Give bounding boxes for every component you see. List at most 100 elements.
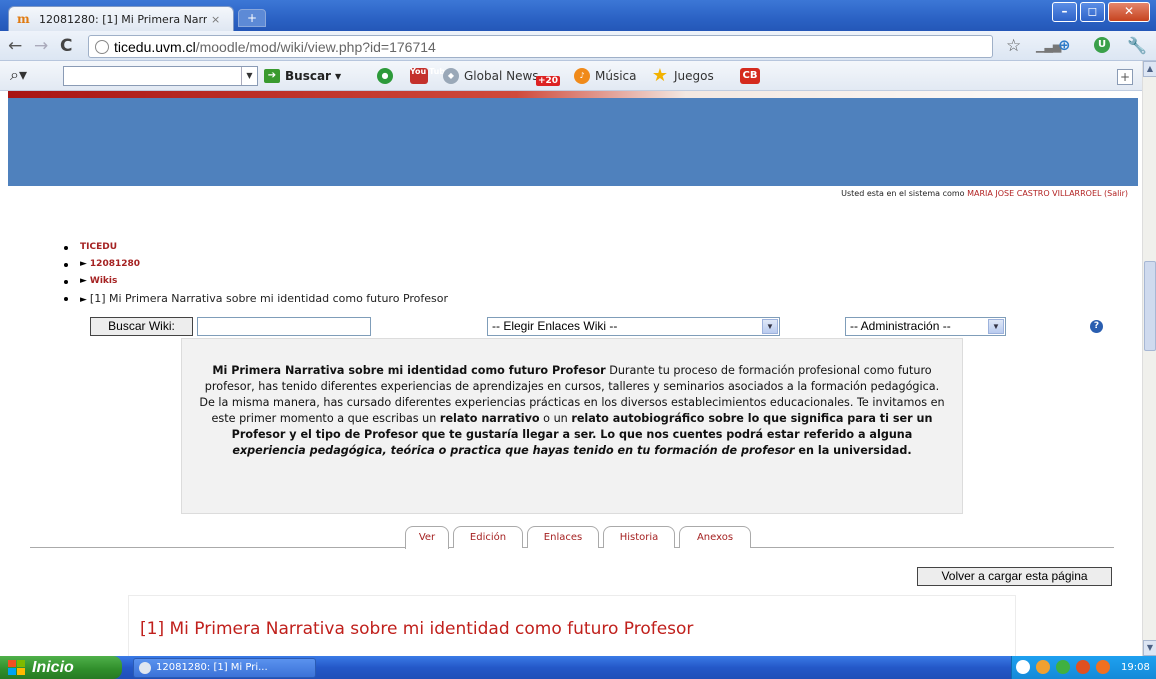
toolbar-cb-button[interactable]: CB bbox=[740, 68, 765, 84]
windows-logo-icon bbox=[8, 660, 25, 675]
breadcrumb-current: [1] Mi Primera Narrativa sobre mi identi… bbox=[89, 292, 449, 305]
taskbar-chrome-item[interactable]: 12081280: [1] Mi Pri... bbox=[133, 658, 316, 678]
reload-page-button[interactable]: Volver a cargar esta página bbox=[917, 567, 1112, 586]
browser-title-bar: m 12081280: [1] Mi Primera Narr × + – ◻ … bbox=[0, 0, 1156, 31]
search-wiki-button[interactable]: Buscar Wiki: bbox=[90, 317, 193, 336]
triangle-right-icon: ► bbox=[80, 259, 87, 269]
address-bar[interactable]: ticedu.uvm.cl/moodle/mod/wiki/view.php?i… bbox=[88, 35, 993, 58]
cb-logo-icon: CB bbox=[740, 68, 760, 84]
site-banner bbox=[8, 98, 1138, 186]
breadcrumb-link-wikis[interactable]: Wikis bbox=[90, 276, 117, 286]
reload-icon[interactable]: C bbox=[60, 36, 72, 56]
summary-text: o un bbox=[539, 412, 572, 425]
tray-arrow-icon[interactable] bbox=[1016, 660, 1030, 674]
back-arrow-icon[interactable]: ← bbox=[8, 36, 22, 56]
scrollbar-thumb[interactable] bbox=[1144, 261, 1156, 351]
scroll-down-icon[interactable]: ▼ bbox=[1143, 640, 1156, 656]
chrome-icon bbox=[139, 662, 151, 674]
breadcrumb-item: TICEDU bbox=[63, 239, 448, 256]
tab-edicion[interactable]: Edición bbox=[453, 526, 523, 548]
page-info-icon[interactable] bbox=[95, 39, 109, 54]
buscar-label: Buscar bbox=[285, 69, 331, 83]
minimize-button[interactable]: – bbox=[1052, 2, 1077, 22]
wrench-menu-icon[interactable]: 🔧 bbox=[1127, 36, 1147, 55]
summary-bold-3: en la universidad. bbox=[794, 444, 912, 457]
wiki-links-select[interactable]: -- Elegir Enlaces Wiki -- ▼ bbox=[487, 317, 780, 336]
toolbar-global-news-button[interactable]: ◆ Global News bbox=[443, 68, 539, 84]
taskbar-item-label: 12081280: [1] Mi Pri... bbox=[156, 662, 268, 673]
search-icon[interactable]: ⌕▾ bbox=[10, 65, 27, 85]
tray-antivirus-icon[interactable] bbox=[1076, 660, 1090, 674]
new-tab-button[interactable]: + bbox=[238, 9, 266, 27]
taskbar-clock: 19:08 bbox=[1121, 662, 1150, 673]
vertical-scrollbar[interactable]: ▲ ▼ bbox=[1142, 61, 1156, 656]
breadcrumb-link-course[interactable]: 12081280 bbox=[90, 259, 140, 269]
extension-green-icon[interactable]: U bbox=[1094, 37, 1110, 53]
global-news-label: Global News bbox=[464, 69, 539, 83]
logged-in-prefix: Usted esta en el sistema como bbox=[841, 189, 965, 198]
star-icon: ★ bbox=[651, 65, 669, 86]
news-icon: ◆ bbox=[443, 68, 459, 84]
tray-network-icon[interactable] bbox=[1056, 660, 1070, 674]
music-icon: ♪ bbox=[574, 68, 590, 84]
breadcrumb-link-ticedu[interactable]: TICEDU bbox=[80, 242, 117, 252]
browser-nav-bar: ← → C ticedu.uvm.cl/moodle/mod/wiki/view… bbox=[0, 31, 1156, 61]
breadcrumb-item: ► Wikis bbox=[63, 273, 448, 290]
chevron-down-icon[interactable]: ▼ bbox=[762, 319, 778, 334]
page-title: [1] Mi Primera Narrativa sobre mi identi… bbox=[140, 619, 694, 639]
tray-app-icon[interactable] bbox=[1036, 660, 1050, 674]
triangle-right-icon: ► bbox=[80, 295, 87, 305]
scroll-up-icon[interactable]: ▲ bbox=[1143, 61, 1156, 77]
tab-ver[interactable]: Ver bbox=[405, 526, 449, 549]
bookmark-star-icon[interactable]: ☆ bbox=[1006, 36, 1021, 56]
breadcrumb-item: ► [1] Mi Primera Narrativa sobre mi ident… bbox=[63, 290, 449, 307]
chevron-down-icon: ▼ bbox=[334, 71, 342, 81]
tab-anexos[interactable]: Anexos bbox=[679, 526, 751, 548]
toolbar-search-input[interactable]: ▼ bbox=[63, 66, 258, 86]
chevron-down-icon[interactable]: ▼ bbox=[988, 319, 1004, 334]
wiki-links-select-value: -- Elegir Enlaces Wiki -- bbox=[492, 319, 618, 333]
start-button[interactable]: Inicio bbox=[0, 656, 122, 679]
logged-in-info: Usted esta en el sistema como MARIA JOSE… bbox=[841, 189, 1128, 198]
news-count-badge: +20 bbox=[536, 76, 561, 86]
help-icon[interactable]: ? bbox=[1090, 320, 1103, 333]
administration-select-value: -- Administración -- bbox=[850, 319, 951, 333]
tab-enlaces[interactable]: Enlaces bbox=[527, 526, 599, 548]
close-window-button[interactable]: ✕ bbox=[1108, 2, 1150, 22]
breadcrumb-item: ► 12081280 bbox=[63, 256, 448, 273]
tab-close-icon[interactable]: × bbox=[211, 13, 220, 26]
taskbar: Inicio 12081280: [1] Mi Pri... 19:08 bbox=[0, 656, 1156, 679]
chevron-down-icon[interactable]: ▼ bbox=[241, 67, 257, 85]
tab-title: 12081280: [1] Mi Primera Narr bbox=[39, 12, 207, 26]
browser-tab[interactable]: m 12081280: [1] Mi Primera Narr × bbox=[8, 6, 234, 31]
youtube-icon: You Tube bbox=[410, 68, 450, 84]
summary-bold-1: relato narrativo bbox=[439, 412, 540, 425]
maximize-button[interactable]: ◻ bbox=[1080, 2, 1105, 22]
search-toolbar: ⌕▾ ▼ ➔ Buscar ▼ ● You Tube ◆ Global News… bbox=[0, 61, 1142, 91]
search-wiki-input[interactable] bbox=[197, 317, 371, 336]
toolbar-add-icon[interactable]: + bbox=[1117, 69, 1133, 85]
logout-link[interactable]: (Salir) bbox=[1104, 189, 1128, 198]
header-red-strip bbox=[8, 91, 1138, 98]
administration-select[interactable]: -- Administración -- ▼ bbox=[845, 317, 1006, 336]
moodle-favicon-icon: m bbox=[17, 12, 30, 26]
url-host: ticedu.uvm.cl bbox=[114, 38, 196, 55]
toolbar-musica-button[interactable]: ♪ Música bbox=[574, 68, 637, 84]
toolbar-juegos-button[interactable]: ★ Juegos bbox=[651, 65, 714, 86]
triangle-right-icon: ► bbox=[80, 276, 87, 286]
juegos-label: Juegos bbox=[674, 69, 714, 83]
tab-historia[interactable]: Historia bbox=[603, 526, 675, 548]
forward-arrow-icon[interactable]: → bbox=[34, 36, 48, 56]
toolbar-green-button[interactable]: ● bbox=[377, 68, 398, 84]
start-label: Inicio bbox=[32, 659, 74, 676]
url-path: /moodle/mod/wiki/view.php?id=176714 bbox=[195, 38, 436, 55]
summary-italic: experiencia pedagógica, teórica o practi… bbox=[232, 444, 795, 457]
wiki-summary-box: Mi Primera Narrativa sobre mi identidad … bbox=[181, 338, 963, 514]
user-name-link[interactable]: MARIA JOSE CASTRO VILLARROEL bbox=[967, 189, 1101, 198]
toolbar-youtube-button[interactable]: You Tube bbox=[410, 68, 450, 84]
arrow-right-icon: ➔ bbox=[264, 69, 280, 83]
tray-update-icon[interactable] bbox=[1096, 660, 1110, 674]
buscar-button[interactable]: ➔ Buscar ▼ bbox=[264, 66, 341, 86]
musica-label: Música bbox=[595, 69, 637, 83]
extension-icon[interactable]: ⊕ bbox=[1058, 36, 1071, 54]
